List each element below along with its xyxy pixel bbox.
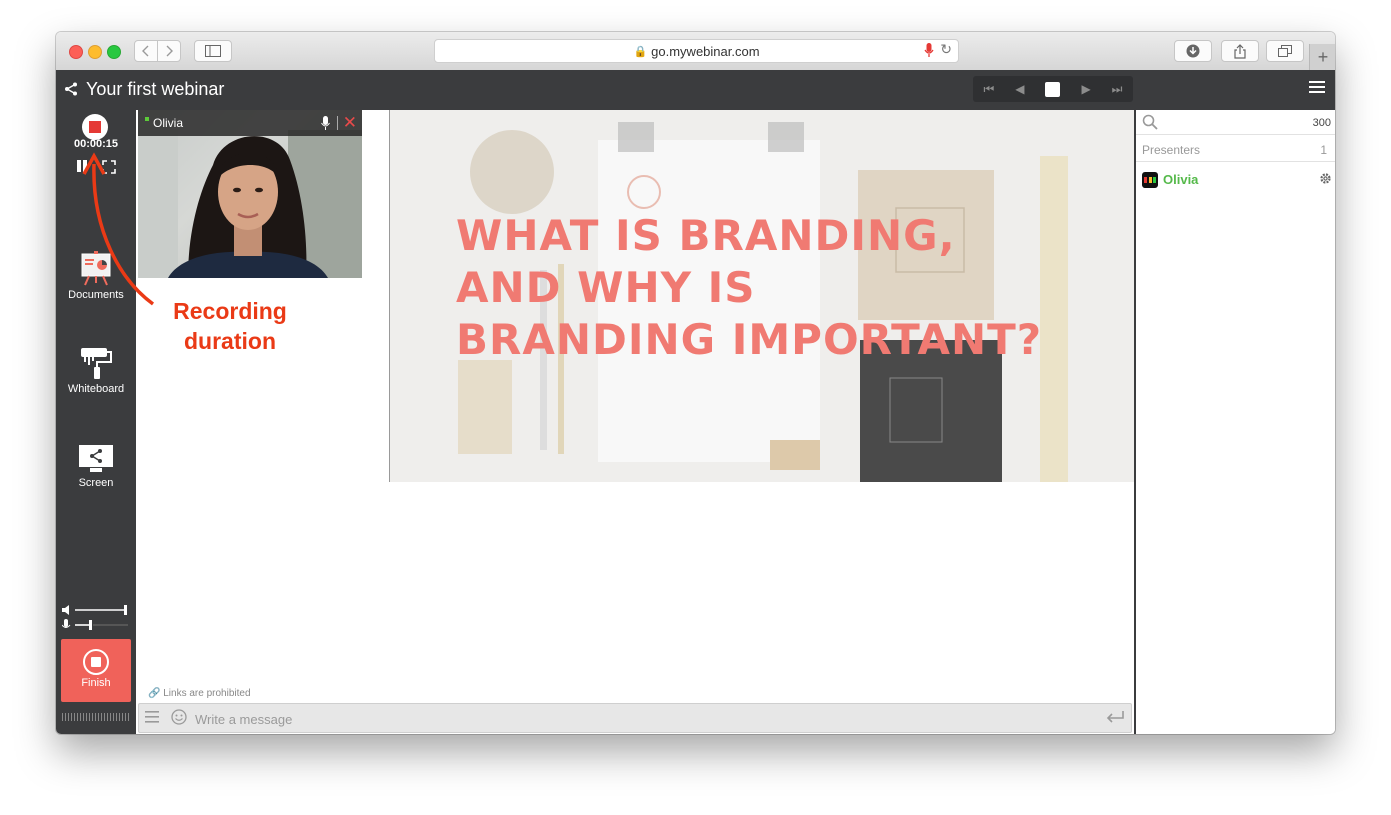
share-icon [1234,43,1246,59]
divider [1136,134,1335,135]
lock-icon: 🔒 [633,45,648,58]
forward-button[interactable] [157,40,181,62]
tabs-icon [1278,45,1292,57]
live-indicator [145,117,149,121]
link-icon: 🔗 [148,688,161,699]
video-header: Olivia ✕ [138,110,362,136]
links-notice: 🔗 Links are prohibited [148,688,251,699]
menu-icon[interactable] [145,710,159,724]
sidebar-icon [205,45,221,57]
participant-name: Olivia [153,116,184,130]
slide-title: WHAT IS BRANDING, AND WHY IS BRANDING IM… [456,210,1116,366]
annotation-arrow [82,152,155,306]
slide-navigation: ⏮ ◀ ▶ ⏭ [973,76,1133,102]
annotation-line: Recording [173,298,287,324]
attendees-panel: 300 Presenters 1 Olivia [1134,110,1335,734]
minimize-window-button[interactable] [88,45,102,59]
close-window-button[interactable] [69,45,83,59]
whiteboard-tool[interactable]: Whiteboard [56,346,136,395]
menu-icon[interactable] [1309,80,1325,94]
whiteboard-label: Whiteboard [67,383,125,395]
finish-button[interactable]: Finish [61,639,131,702]
presentation-slide: WHAT IS BRANDING, AND WHY IS BRANDING IM… [389,110,1134,482]
presenters-heading: Presenters [1142,143,1201,157]
mic-volume-slider[interactable] [62,619,132,631]
screen-share-icon [79,445,113,472]
attendee-count: 300 [1312,117,1331,129]
close-icon[interactable]: ✕ [343,114,357,131]
paint-roller-icon [81,348,112,379]
previous-slide-icon[interactable]: ◀ [1015,82,1024,96]
speaker-volume-slider[interactable] [62,604,132,616]
chevron-right-icon [166,45,173,57]
next-slide-icon[interactable]: ▶ [1081,82,1090,96]
downloads-button[interactable] [1174,40,1212,62]
webcam-video[interactable]: Olivia ✕ [138,110,362,278]
browser-window: 🔒 go.mywebinar.com ↻ + Your first webina… [56,32,1335,734]
reload-icon[interactable]: ↻ [940,41,952,58]
links-notice-text: Links are prohibited [163,688,251,699]
presenter-item[interactable]: Olivia [1142,171,1332,189]
main-content: Olivia ✕ WHAT IS BRANDING, AND WHY IS BR… [136,110,1134,734]
presenter-avatar [1142,172,1158,188]
stop-presentation-button[interactable] [1045,81,1061,97]
stop-circle-icon [83,649,109,675]
download-icon [1186,44,1200,58]
last-slide-icon[interactable]: ⏭ [1112,82,1123,97]
record-stop-button[interactable] [82,114,108,140]
app-header: Your first webinar ⏮ ◀ ▶ ⏭ [56,70,1335,110]
slide-title-line: BRANDING IMPORTANT? [456,315,1043,364]
divider [1136,161,1335,162]
screen-label: Screen [78,477,114,489]
chat-message-input[interactable] [193,708,1077,730]
search-icon[interactable] [1142,114,1158,130]
slide-title-line: AND WHY IS [456,263,756,312]
back-button[interactable] [134,40,158,62]
webinar-title: Your first webinar [86,79,225,99]
zoom-window-button[interactable] [107,45,121,59]
presenters-count: 1 [1320,143,1327,157]
gear-icon[interactable] [1319,172,1332,185]
microphone-icon[interactable] [321,116,330,130]
presenter-name: Olivia [1163,172,1199,187]
share-button[interactable] [1221,40,1259,62]
screen-share-tool[interactable]: Screen [56,444,136,489]
browser-toolbar: 🔒 go.mywebinar.com ↻ + [56,32,1335,71]
slide-title-line: WHAT IS BRANDING, [456,211,956,260]
share-nodes-icon[interactable] [64,82,78,96]
recording-duration: 00:00:15 [73,138,119,150]
tab-overview-button[interactable] [1266,40,1304,62]
chat-composer [138,703,1132,733]
annotation-line: duration [184,328,276,354]
url-text: go.mywebinar.com [651,43,760,59]
enter-icon[interactable] [1105,710,1125,724]
microphone-icon[interactable] [924,42,934,58]
new-tab-button[interactable]: + [1309,44,1335,70]
resize-grip[interactable] [62,713,130,721]
first-slide-icon[interactable]: ⏮ [983,82,994,97]
separator [337,116,338,130]
emoji-icon[interactable] [171,709,187,725]
chevron-left-icon [142,45,149,57]
address-bar[interactable]: 🔒 go.mywebinar.com ↻ [434,39,959,63]
finish-label: Finish [81,677,111,689]
sidebar-toggle-button[interactable] [194,40,232,62]
recording-duration-annotation: Recording duration [160,296,300,356]
plus-icon: + [1317,46,1329,67]
